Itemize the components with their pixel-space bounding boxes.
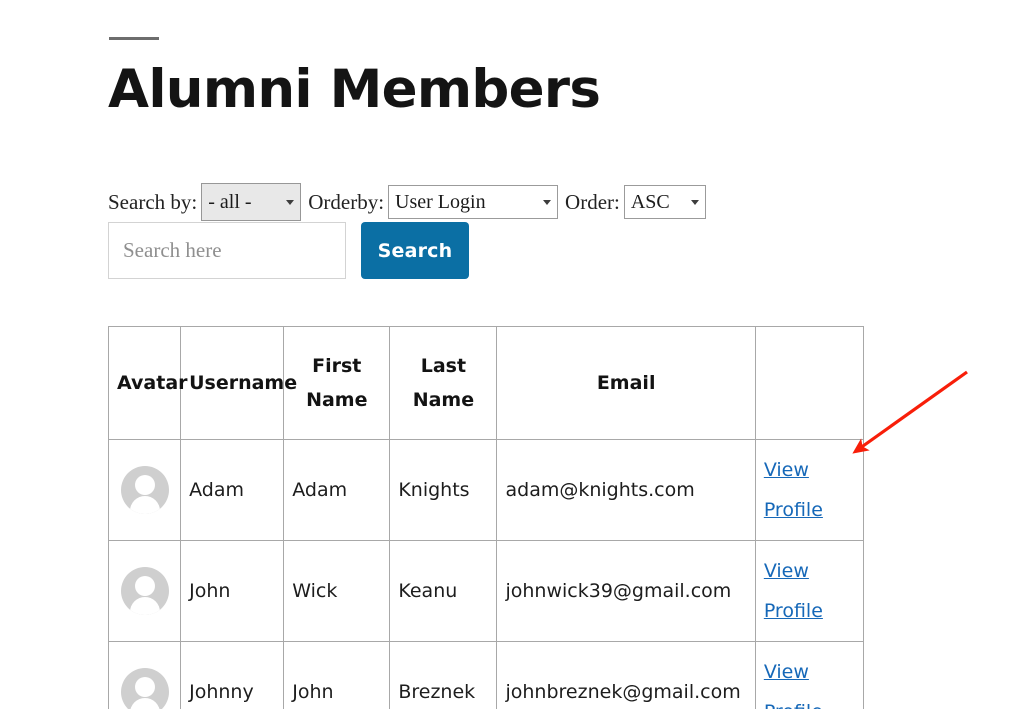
column-header-username: Username bbox=[180, 326, 297, 440]
orderby-label: Orderby: bbox=[308, 189, 385, 214]
last-name-cell: Knights bbox=[389, 439, 498, 541]
view-profile-link[interactable]: View Profile bbox=[764, 459, 823, 521]
order-label: Order: bbox=[565, 189, 620, 214]
title-divider bbox=[109, 37, 159, 40]
action-cell: View Profile bbox=[754, 540, 865, 642]
view-profile-link[interactable]: View Profile bbox=[764, 661, 823, 709]
username-cell: Johnny bbox=[180, 641, 285, 709]
avatar-cell bbox=[107, 439, 182, 541]
last-name-cell: Keanu bbox=[389, 540, 498, 642]
email-cell: johnbreznek@gmail.com bbox=[496, 641, 756, 709]
username-cell: Adam bbox=[180, 439, 285, 541]
orderby-select[interactable]: User Login bbox=[388, 185, 559, 219]
default-avatar-icon bbox=[120, 567, 169, 615]
column-header-last-name: Last Name bbox=[389, 326, 498, 440]
members-table-container: Avatar Username First Name Last Name Ema… bbox=[107, 326, 865, 709]
page-title: Alumni Members bbox=[108, 59, 601, 120]
column-header-action bbox=[754, 326, 865, 440]
table-header: Avatar Username First Name Last Name Ema… bbox=[107, 326, 865, 440]
column-header-first-name: First Name bbox=[283, 326, 391, 440]
members-table: Avatar Username First Name Last Name Ema… bbox=[107, 326, 865, 709]
column-header-email: Email bbox=[496, 326, 756, 440]
action-cell: View Profile bbox=[754, 641, 865, 709]
table-row: Adam Adam Knights adam@knights.com View … bbox=[107, 439, 865, 541]
filter-bar: Search by: - all - Orderby: User Login O… bbox=[108, 183, 706, 221]
search-input[interactable] bbox=[108, 222, 346, 279]
table-row: Johnny John Breznek johnbreznek@gmail.co… bbox=[107, 641, 865, 709]
alumni-members-page: Alumni Members Search by: - all - Orderb… bbox=[0, 0, 1024, 709]
action-cell: View Profile bbox=[754, 439, 865, 541]
username-cell: John bbox=[180, 540, 285, 642]
table-header-row: Avatar Username First Name Last Name Ema… bbox=[107, 326, 865, 440]
email-cell: johnwick39@gmail.com bbox=[496, 540, 756, 642]
first-name-cell: John bbox=[283, 641, 391, 709]
search-by-label: Search by: bbox=[108, 189, 198, 214]
orderby-select-wrap: User Login bbox=[388, 185, 559, 219]
view-profile-link[interactable]: View Profile bbox=[764, 560, 823, 622]
default-avatar-icon bbox=[120, 466, 169, 514]
search-bar: Search bbox=[108, 222, 469, 279]
search-by-select-wrap: - all - bbox=[201, 183, 302, 221]
email-cell: adam@knights.com bbox=[496, 439, 756, 541]
last-name-cell: Breznek bbox=[389, 641, 498, 709]
default-avatar-icon bbox=[120, 668, 169, 709]
first-name-cell: Wick bbox=[283, 540, 391, 642]
search-button[interactable]: Search bbox=[361, 222, 469, 279]
order-select-wrap: ASC bbox=[623, 185, 706, 219]
table-body: Adam Adam Knights adam@knights.com View … bbox=[107, 439, 865, 709]
search-by-select[interactable]: - all - bbox=[201, 183, 302, 221]
column-header-avatar: Avatar bbox=[107, 326, 188, 440]
avatar-cell bbox=[107, 540, 182, 642]
first-name-cell: Adam bbox=[283, 439, 391, 541]
order-select[interactable]: ASC bbox=[623, 185, 706, 219]
table-row: John Wick Keanu johnwick39@gmail.com Vie… bbox=[107, 540, 865, 642]
avatar-cell bbox=[107, 641, 182, 709]
